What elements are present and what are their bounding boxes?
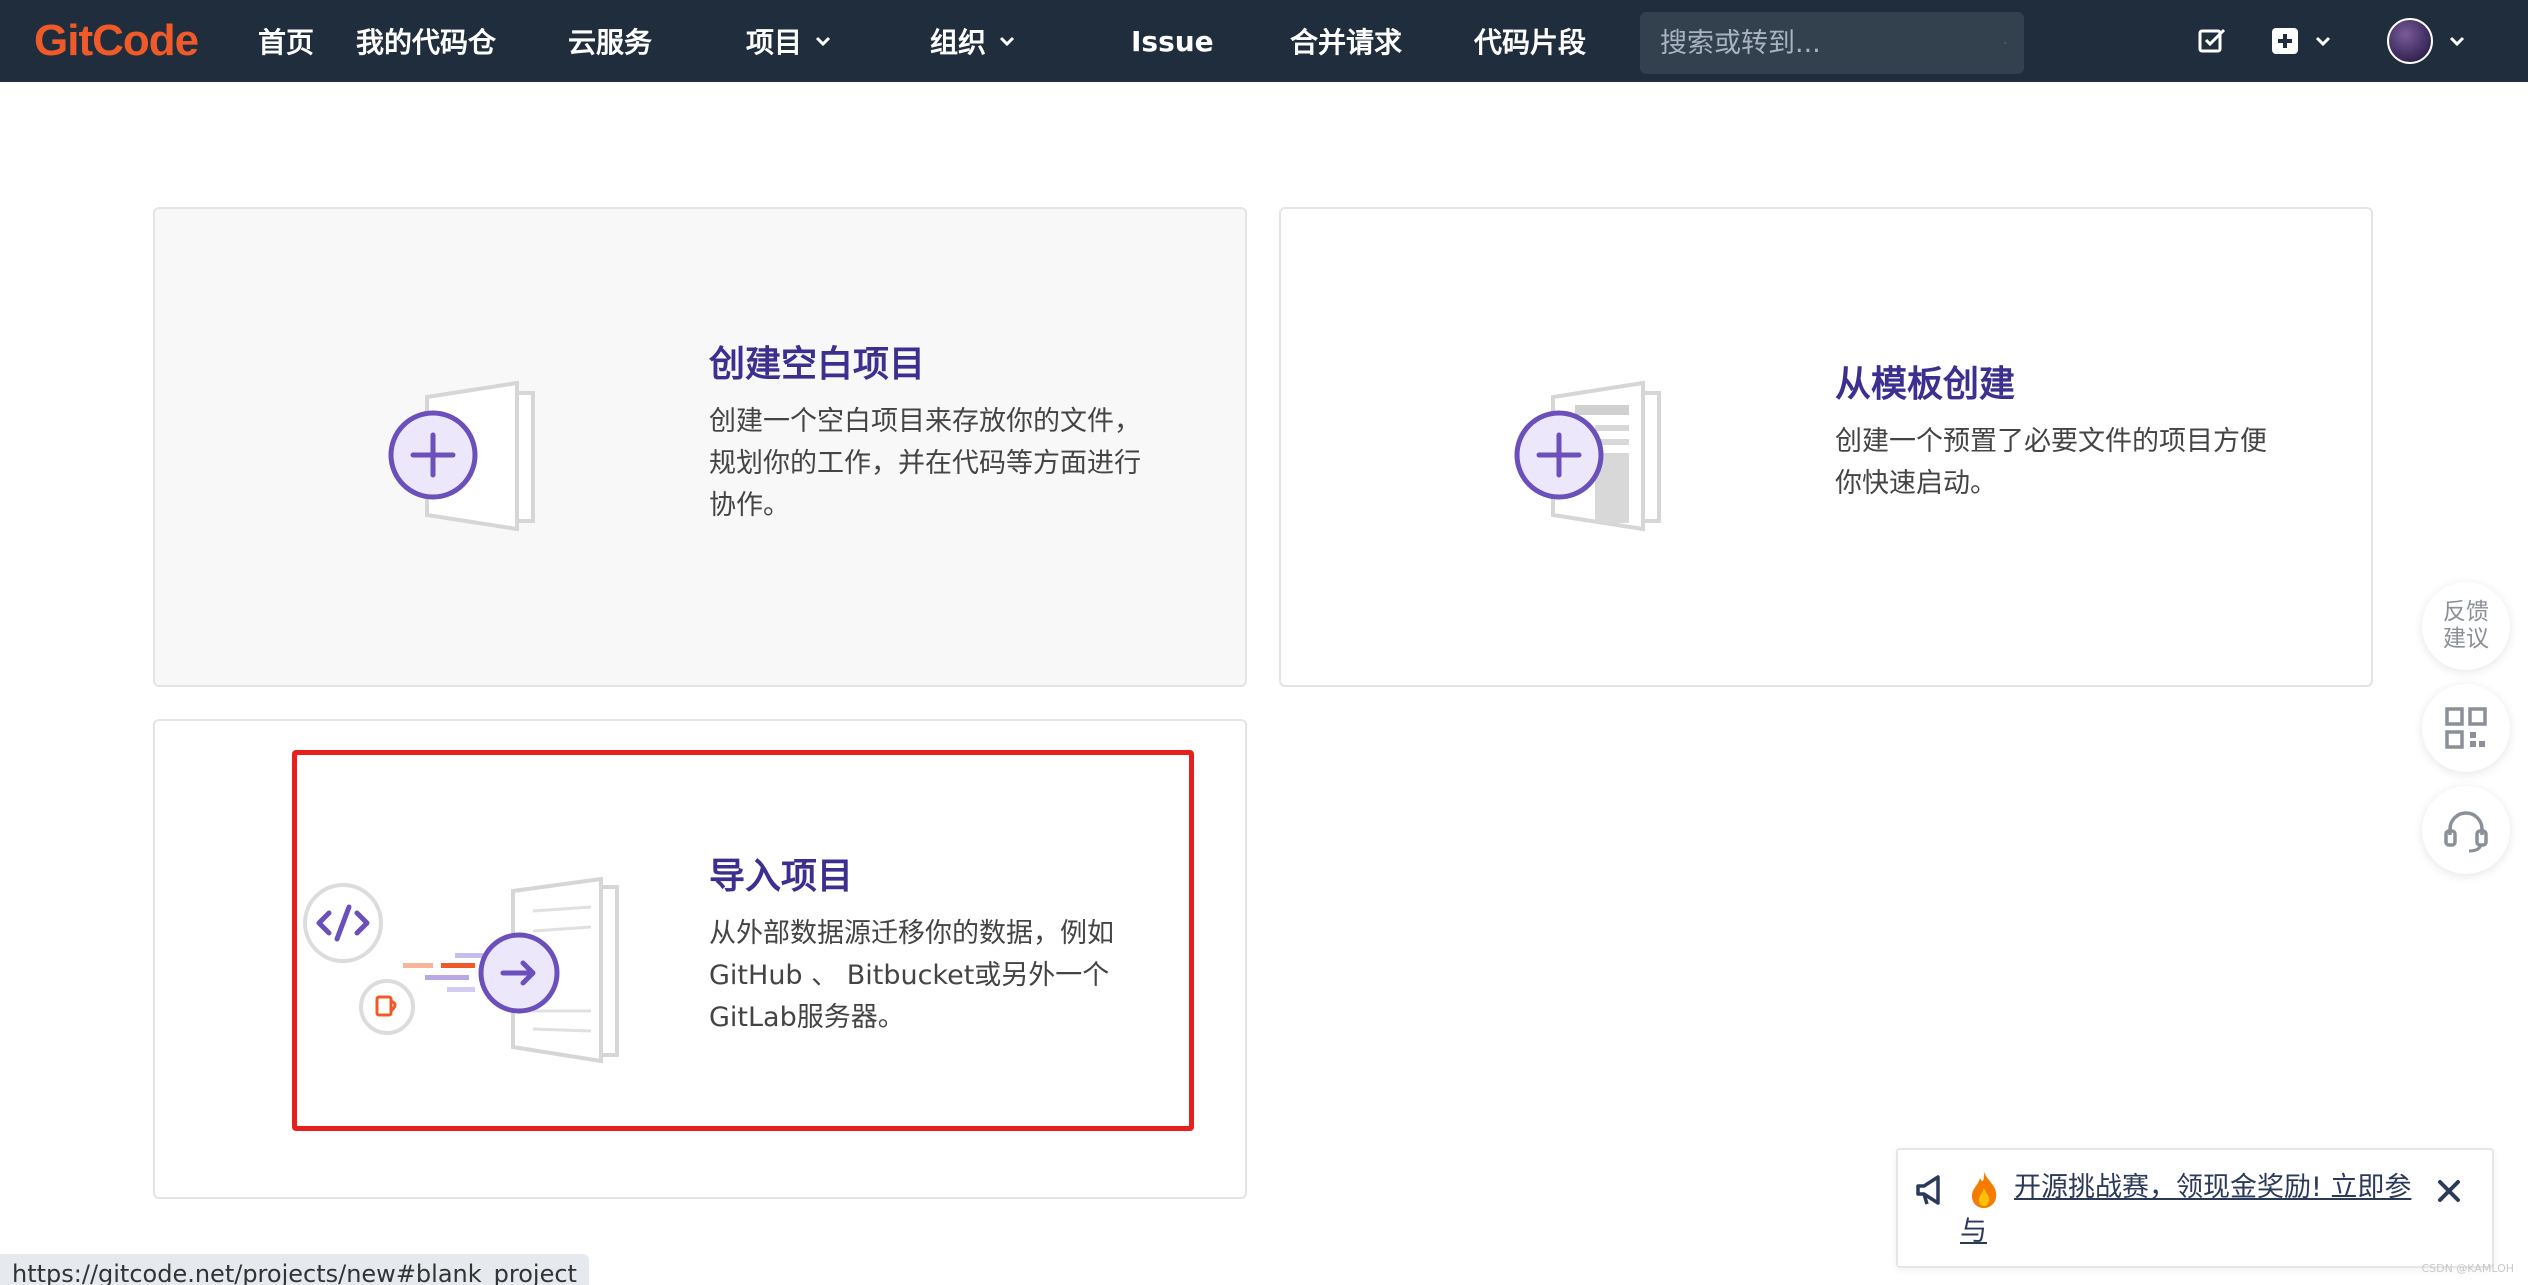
plus-square-icon xyxy=(2272,28,2298,54)
blank-document-illustration xyxy=(388,380,535,532)
search-icon[interactable] xyxy=(2004,30,2006,56)
template-document-illustration xyxy=(1514,380,1661,532)
card-description: 创建一个预置了必要文件的项目方便你快速启动。 xyxy=(1835,426,2267,499)
chevron-down-icon xyxy=(815,36,831,47)
create-blank-project-card[interactable]: 创建空白项目 创建一个空白项目来存放你的文件，规划你的工作，并在代码等方面进行协… xyxy=(153,207,1247,687)
nav-issue-label: Issue xyxy=(1131,24,1214,58)
nav-groups[interactable]: 组织 xyxy=(930,0,1016,82)
nav-cloud-label: 云服务 xyxy=(568,26,653,59)
chevron-down-icon xyxy=(999,36,1015,47)
nav-cloud[interactable]: 云服务 xyxy=(568,0,652,82)
nav-home-label: 首页 xyxy=(258,26,315,59)
nav-projects-label: 项目 xyxy=(746,26,803,59)
nav-my-repos-label: 我的代码仓 xyxy=(356,26,497,59)
nav-merge-requests-label: 合并请求 xyxy=(1290,26,1403,59)
top-navbar: GitCode 首页 我的代码仓 云服务 项目 组织 Issue 合并请求 代码… xyxy=(0,0,2528,82)
nav-merge-requests[interactable]: 合并请求 xyxy=(1290,0,1402,82)
nav-groups-label: 组织 xyxy=(930,26,987,59)
chevron-down-icon xyxy=(2315,36,2331,47)
close-icon[interactable] xyxy=(2432,1174,2466,1208)
nav-projects[interactable]: 项目 xyxy=(746,0,832,82)
headset-icon xyxy=(2444,811,2488,853)
gitcode-logo[interactable]: GitCode xyxy=(34,14,199,68)
feedback-label: 反馈建议 xyxy=(2443,599,2489,652)
card-title: 导入项目 xyxy=(709,856,854,897)
search-input[interactable] xyxy=(1658,12,2004,74)
card-description: 创建一个空白项目来存放你的文件，规划你的工作，并在代码等方面进行协作。 xyxy=(709,406,1141,521)
card-title: 从模板创建 xyxy=(1835,364,2016,405)
avatar xyxy=(2387,18,2433,64)
nav-issue[interactable]: Issue xyxy=(1131,0,1214,82)
import-project-card[interactable]: 导入项目 从外部数据源迁移你的数据，例如 GitHub 、 Bitbucket或… xyxy=(153,719,1247,1199)
card-description: 从外部数据源迁移你的数据，例如 GitHub 、 Bitbucket或另外一个 … xyxy=(709,918,1114,1033)
watermark: CSDN @KAMLOH xyxy=(2421,1262,2514,1275)
card-title: 创建空白项目 xyxy=(709,344,926,385)
qr-code-button[interactable] xyxy=(2422,684,2510,772)
promo-notice: 开源挑战赛，领现金奖励! 立即参与 xyxy=(1896,1148,2494,1268)
nav-snippets-label: 代码片段 xyxy=(1474,26,1587,59)
todo-button[interactable] xyxy=(2196,0,2228,82)
feedback-button[interactable]: 反馈建议 xyxy=(2422,582,2510,670)
nav-home[interactable]: 首页 xyxy=(258,0,314,82)
nav-snippets[interactable]: 代码片段 xyxy=(1474,0,1586,82)
nav-my-repos[interactable]: 我的代码仓 xyxy=(356,0,496,82)
status-url: https://gitcode.net/projects/new#blank_p… xyxy=(0,1254,589,1285)
megaphone-icon xyxy=(1916,1175,1940,1205)
qr-code-icon xyxy=(2445,707,2487,749)
todo-icon xyxy=(2198,28,2226,53)
new-dropdown-button[interactable] xyxy=(2270,0,2332,82)
create-from-template-card[interactable]: 从模板创建 创建一个预置了必要文件的项目方便你快速启动。 xyxy=(1279,207,2373,687)
chevron-down-icon xyxy=(2449,36,2465,47)
promo-link[interactable]: 开源挑战赛，领现金奖励! 立即参与 xyxy=(1960,1166,2420,1254)
user-menu[interactable] xyxy=(2386,0,2466,82)
search-box xyxy=(1640,12,2024,74)
customer-service-button[interactable] xyxy=(2422,786,2510,874)
